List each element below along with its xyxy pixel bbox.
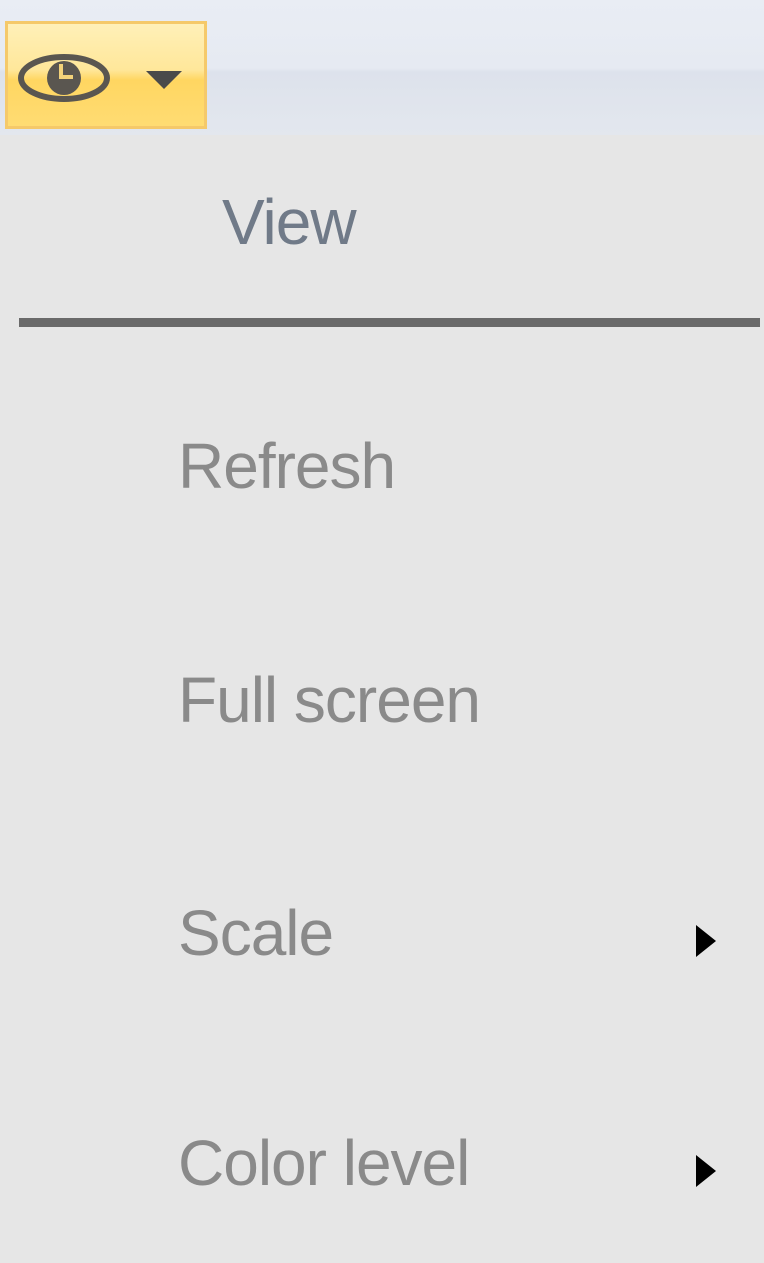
menu-item-label: Refresh [178, 430, 396, 502]
toolbar [0, 0, 764, 135]
menu-item-refresh[interactable]: Refresh [0, 389, 764, 549]
menu-item-color-level[interactable]: Color level [0, 1086, 764, 1246]
menu-item-label: Color level [178, 1127, 470, 1199]
menu-separator [19, 318, 760, 327]
menu-item-full-screen[interactable]: Full screen [0, 623, 764, 783]
menu-item-label: Full screen [178, 664, 481, 736]
submenu-arrow-icon [696, 925, 716, 957]
menu-header: View [222, 186, 357, 258]
view-dropdown-button[interactable] [5, 21, 207, 129]
menu-item-label: Scale [178, 897, 334, 969]
menu-item-scale[interactable]: Scale [0, 856, 764, 1016]
submenu-arrow-icon [696, 1155, 716, 1187]
eye-icon [18, 54, 110, 102]
view-menu: View Refresh Full screen Scale Color lev… [0, 135, 764, 1263]
chevron-down-icon [146, 71, 182, 89]
